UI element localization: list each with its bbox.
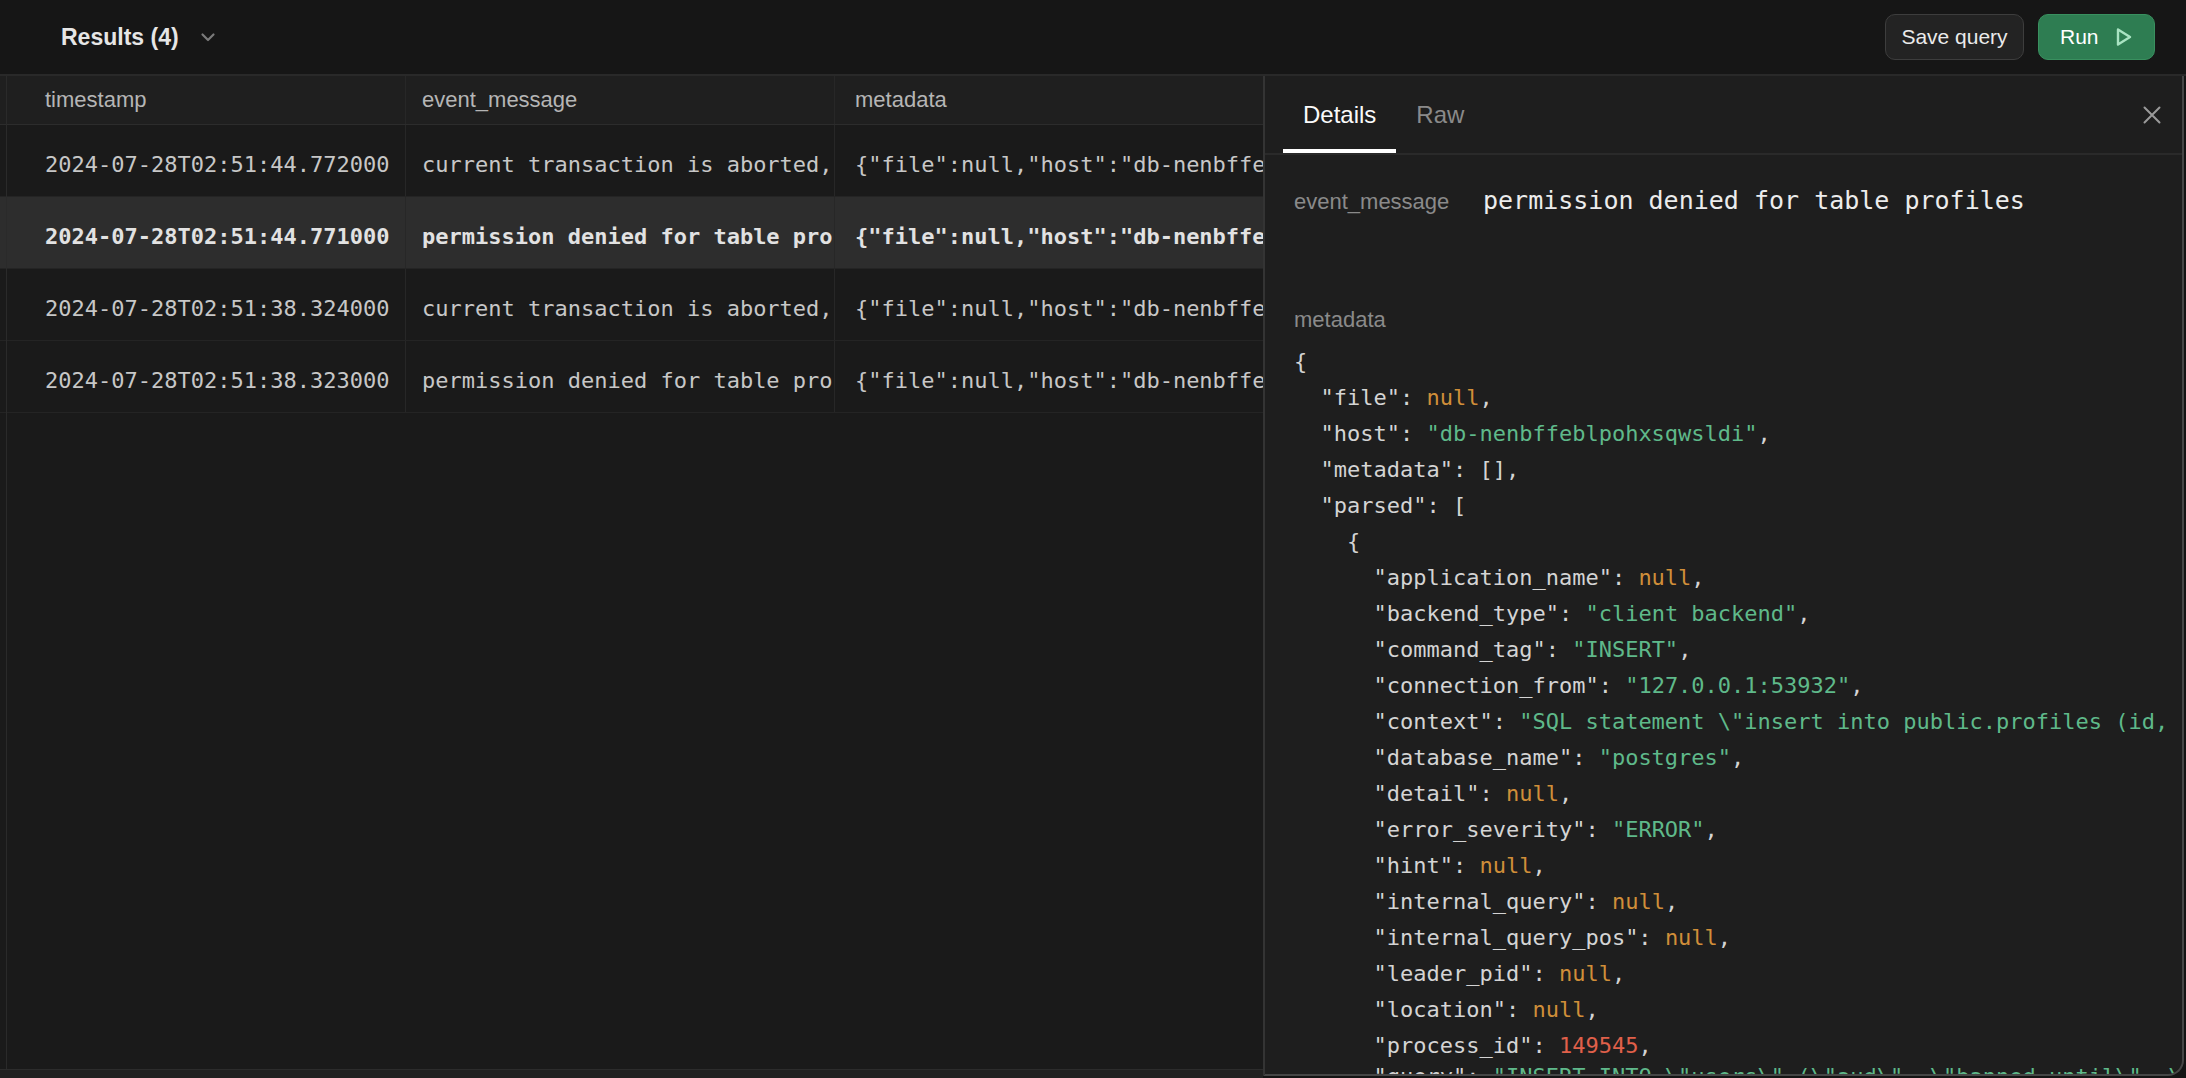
results-table: timestamp event_message metadata 2024-07… xyxy=(0,76,1263,1078)
cell-timestamp[interactable]: 2024-07-28T02:51:38.323000 xyxy=(0,341,406,412)
run-label: Run xyxy=(2060,25,2099,49)
json-line: "database_name": "postgres", xyxy=(1294,740,2182,776)
column-header-event-message[interactable]: event_message xyxy=(406,76,835,124)
cell-metadata[interactable]: {"file":null,"host":"db-nenbffe xyxy=(835,341,1263,412)
detail-panel-zone: Details Raw event_message permission den… xyxy=(1263,74,2186,1078)
table-row[interactable]: 2024-07-28T02:51:38.323000permission den… xyxy=(0,341,1263,413)
close-panel-button[interactable] xyxy=(2139,102,2165,128)
json-line: { xyxy=(1294,524,2182,560)
json-line: "context": "SQL statement \"insert into … xyxy=(1294,704,2182,740)
save-query-button[interactable]: Save query xyxy=(1885,14,2024,60)
json-line: { xyxy=(1294,344,2182,380)
json-line: "error_severity": "ERROR", xyxy=(1294,812,2182,848)
run-button[interactable]: Run xyxy=(2038,14,2155,60)
column-header-metadata[interactable]: metadata xyxy=(835,76,1263,124)
json-line: "connection_from": "127.0.0.1:53932", xyxy=(1294,668,2182,704)
json-line: "metadata": [], xyxy=(1294,452,2182,488)
event-message-field: event_message permission denied for tabl… xyxy=(1294,186,2025,215)
cell-event_message[interactable]: permission denied for table pro xyxy=(406,341,835,412)
json-line: "leader_pid": null, xyxy=(1294,956,2182,992)
chevron-down-icon xyxy=(197,26,219,48)
metadata-label: metadata xyxy=(1294,307,1386,333)
column-header-timestamp[interactable]: timestamp xyxy=(0,76,406,124)
cell-metadata[interactable]: {"file":null,"host":"db-nenbffe xyxy=(835,125,1263,196)
cell-event_message[interactable]: permission denied for table pro xyxy=(406,197,835,268)
json-line: "application_name": null, xyxy=(1294,560,2182,596)
cell-event_message[interactable]: current transaction is aborted, xyxy=(406,125,835,196)
topbar-divider xyxy=(0,74,2186,76)
horizontal-scrollbar[interactable] xyxy=(0,1069,1263,1078)
metadata-json-block[interactable]: { "file": null, "host": "db-nenbffeblpoh… xyxy=(1294,344,2182,1076)
json-line: "query": "INSERT INTO \"users\" (\"aud\"… xyxy=(1294,1059,2182,1076)
table-left-border xyxy=(6,76,7,1069)
table-header-row: timestamp event_message metadata xyxy=(0,76,1263,125)
play-icon xyxy=(2111,25,2135,49)
event-message-label: event_message xyxy=(1294,189,1468,215)
cell-event_message[interactable]: current transaction is aborted, xyxy=(406,269,835,340)
table-row[interactable]: 2024-07-28T02:51:44.771000permission den… xyxy=(0,197,1263,269)
cell-metadata[interactable]: {"file":null,"host":"db-nenbffe xyxy=(835,197,1263,268)
cell-timestamp[interactable]: 2024-07-28T02:51:44.771000 xyxy=(0,197,406,268)
topbar: Results (4) Save query Run xyxy=(0,0,2186,74)
json-line: "detail": null, xyxy=(1294,776,2182,812)
results-dropdown[interactable]: Results (4) xyxy=(61,24,219,51)
json-line: "parsed": [ xyxy=(1294,488,2182,524)
close-icon xyxy=(2139,102,2165,128)
json-line: "hint": null, xyxy=(1294,848,2182,884)
json-line: "internal_query_pos": null, xyxy=(1294,920,2182,956)
table-row[interactable]: 2024-07-28T02:51:44.772000current transa… xyxy=(0,125,1263,197)
event-message-value: permission denied for table profiles xyxy=(1483,186,2025,215)
json-line: "file": null, xyxy=(1294,380,2182,416)
cell-timestamp[interactable]: 2024-07-28T02:51:44.772000 xyxy=(0,125,406,196)
panel-tab-bar: Details Raw xyxy=(1265,76,2182,155)
json-line: "internal_query": null, xyxy=(1294,884,2182,920)
json-line: "host": "db-nenbffeblpohxsqwsldi", xyxy=(1294,416,2182,452)
detail-panel: Details Raw event_message permission den… xyxy=(1263,74,2184,1076)
tab-raw[interactable]: Raw xyxy=(1396,76,1484,153)
json-line: "location": null, xyxy=(1294,992,2182,1028)
cell-timestamp[interactable]: 2024-07-28T02:51:38.324000 xyxy=(0,269,406,340)
json-line: "command_tag": "INSERT", xyxy=(1294,632,2182,668)
save-query-label: Save query xyxy=(1901,25,2007,49)
tab-details[interactable]: Details xyxy=(1283,76,1396,153)
table-row[interactable]: 2024-07-28T02:51:38.324000current transa… xyxy=(0,269,1263,341)
cell-metadata[interactable]: {"file":null,"host":"db-nenbffe xyxy=(835,269,1263,340)
results-count-label: Results (4) xyxy=(61,24,179,51)
json-line: "backend_type": "client backend", xyxy=(1294,596,2182,632)
